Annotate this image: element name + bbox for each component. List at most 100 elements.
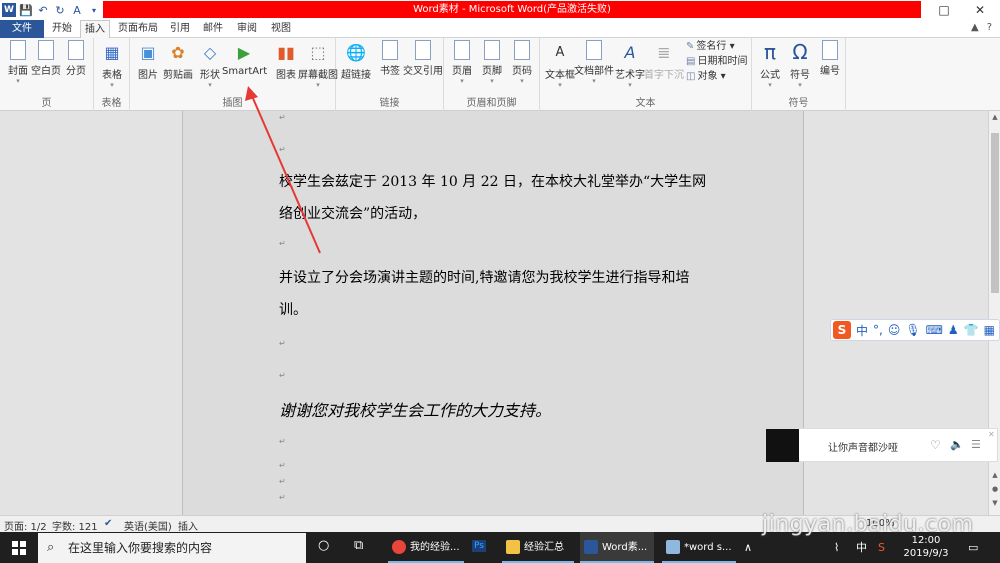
datetime-button[interactable]: ▤ 日期和时间 <box>686 55 747 69</box>
insert-mode[interactable]: 插入 <box>178 518 198 533</box>
document-page[interactable]: ↵ ↵ 校学生会兹定于 2013 年 10 月 22 日，在本校大礼堂举办“大学… <box>182 111 804 515</box>
ime-chinese-mode[interactable]: 中 <box>856 322 868 339</box>
tab-review[interactable]: 审阅 <box>232 20 262 38</box>
album-art <box>766 429 799 462</box>
clipart-button[interactable]: ✿ 剪贴画 <box>160 40 196 82</box>
playlist-icon[interactable]: ☰ <box>971 438 981 451</box>
proofing-icon[interactable]: ✔ <box>104 518 112 529</box>
chrome-icon <box>392 540 406 554</box>
heart-icon[interactable]: ♡ <box>930 438 941 452</box>
ime-punctuation[interactable]: °, <box>873 323 883 337</box>
page-break-button[interactable]: 分页 <box>58 40 94 77</box>
table-button[interactable]: ▦ 表格 ▾ <box>94 40 130 90</box>
hyperlink-button[interactable]: 🌐 超链接 <box>338 40 374 82</box>
task-word[interactable]: Word素... <box>580 532 654 563</box>
paragraph-2-line-1[interactable]: 并设立了分会场演讲主题的时间,特邀请您为我校学生进行指导和培 <box>279 267 689 287</box>
object-button[interactable]: ◫ 对象 ▾ <box>686 70 726 84</box>
help-icon[interactable]: ? <box>987 22 992 33</box>
volume-icon[interactable]: 🔈 <box>950 438 964 451</box>
page-count[interactable]: 页面: 1/2 <box>4 518 47 533</box>
sogou-ime-toolbar[interactable]: S 中 °, ☺ 🎙 ⌨ ♟ 👕 ▦ <box>830 319 1000 341</box>
tab-page-layout[interactable]: 页面布局 <box>114 20 162 38</box>
cortana-icon[interactable]: ○ <box>318 538 329 553</box>
cross-reference-icon <box>415 40 431 60</box>
start-button[interactable] <box>0 532 38 563</box>
taskbar-clock[interactable]: 12:00 2019/9/3 <box>900 534 952 560</box>
scroll-up-icon[interactable]: ▲ <box>989 113 1000 121</box>
prev-page-icon[interactable]: ▲ <box>989 471 1000 479</box>
paragraph-1-line-1[interactable]: 校学生会兹定于 2013 年 10 月 22 日，在本校大礼堂举办“大学生网 <box>279 171 706 191</box>
search-placeholder: 在这里输入你要搜索的内容 <box>68 541 213 555</box>
next-page-icon[interactable]: ▼ <box>989 499 1000 507</box>
tab-home[interactable]: 开始 <box>46 20 78 38</box>
skin-icon[interactable]: 👕 <box>964 323 979 337</box>
task-chrome[interactable]: 我的经验... <box>388 532 464 563</box>
tab-view[interactable]: 视图 <box>266 20 296 38</box>
group-header-footer: 页眉 ▾ 页脚 ▾ 页码 ▾ 页眉和页脚 <box>444 38 540 111</box>
undo-icon[interactable]: ↶ <box>36 3 50 17</box>
signature-line-button[interactable]: ✎ 签名行 ▾ <box>686 40 735 54</box>
wordart-button[interactable]: A 艺术字 ▾ <box>612 40 648 90</box>
user-icon[interactable]: ♟ <box>948 323 959 337</box>
browse-object-icon[interactable]: ● <box>989 485 1000 493</box>
language[interactable]: 英语(美国) <box>124 518 172 533</box>
drop-cap-icon: ≣ <box>657 42 671 62</box>
windows-logo-icon <box>12 540 26 555</box>
textbox-button[interactable]: A 文本框 ▾ <box>542 40 578 90</box>
footer-icon <box>484 40 500 60</box>
customize-qat-icon[interactable]: ▾ <box>87 3 101 17</box>
tab-file[interactable]: 文件 <box>0 20 44 38</box>
signature-icon: ✎ <box>686 41 695 52</box>
group-label-header-footer: 页眉和页脚 <box>466 98 517 109</box>
search-icon: ⌕ <box>47 540 55 555</box>
task-notepad[interactable]: *word s... <box>662 532 736 563</box>
keyboard-icon[interactable]: ⌨ <box>926 323 943 337</box>
shapes-icon: ◇ <box>203 42 217 62</box>
return-mark: ↵ <box>279 339 286 348</box>
music-popup[interactable]: 让你声音都沙哑 ♡ 🔈 ☰ ✕ <box>765 428 998 462</box>
ribbon-tabs: 文件 开始 插入 页面布局 引用 邮件 审阅 视图 ▲ ? <box>0 20 1000 39</box>
numbering-button[interactable]: 编号 <box>812 40 848 77</box>
toolbox-icon[interactable]: ▦ <box>984 323 995 337</box>
watermark: jingyan.baidu.com <box>762 512 974 537</box>
tab-insert[interactable]: 插入 <box>80 20 110 39</box>
group-links: 🌐 超链接 书签 交叉引用 链接 <box>336 38 444 111</box>
table-icon: ▦ <box>104 42 120 62</box>
blank-page-icon <box>38 40 54 60</box>
save-icon[interactable]: 💾 <box>19 3 33 17</box>
globe-icon: 🌐 <box>346 42 366 62</box>
task-explorer[interactable]: 经验汇总 <box>502 532 574 563</box>
redo-icon[interactable]: ↻ <box>53 3 67 17</box>
screenshot-button[interactable]: ⬚ 屏幕截图 ▾ <box>298 40 338 90</box>
scroll-thumb[interactable] <box>991 133 999 293</box>
tab-mailings[interactable]: 邮件 <box>198 20 228 38</box>
folder-icon <box>506 540 520 554</box>
page-number-button[interactable]: 页码 ▾ <box>504 40 540 85</box>
paragraph-2-line-2[interactable]: 训。 <box>279 299 307 319</box>
crossref-button[interactable]: 交叉引用 <box>402 40 444 77</box>
chart-icon: ▮▮ <box>277 42 295 62</box>
close-button[interactable]: ✕ <box>964 0 996 20</box>
restore-button[interactable]: □ <box>928 0 960 20</box>
close-icon[interactable]: ✕ <box>988 430 995 439</box>
word-app-icon[interactable]: W <box>2 3 16 17</box>
photoshop-icon[interactable]: Ps <box>472 540 486 552</box>
dropcap-button[interactable]: ≣ 首字下沉 <box>644 40 684 82</box>
tray-expand-icon[interactable]: ∧ <box>744 532 752 563</box>
calendar-icon: ▤ <box>686 56 696 67</box>
microphone-icon[interactable]: 🎙 <box>905 323 920 337</box>
spelling-icon[interactable]: A <box>70 3 84 17</box>
emoji-icon[interactable]: ☺ <box>888 323 901 337</box>
paragraph-1-line-2[interactable]: 络创业交流会”的活动， <box>279 203 426 223</box>
sogou-logo-icon[interactable]: S <box>833 321 851 339</box>
task-view-icon[interactable]: ⧉ <box>354 538 363 553</box>
tab-references[interactable]: 引用 <box>166 20 194 38</box>
paragraph-3-thanks[interactable]: 谢谢您对我校学生会工作的大力支持。 <box>279 397 551 421</box>
smartart-button[interactable]: ▶ SmartArt <box>222 40 267 78</box>
taskbar-search-box[interactable]: ⌕ 在这里输入你要搜索的内容 <box>38 533 306 563</box>
quickparts-button[interactable]: 文档部件 ▾ <box>574 40 614 85</box>
group-label-text: 文本 <box>635 98 656 109</box>
group-text: A 文本框 ▾ 文档部件 ▾ A 艺术字 ▾ ≣ 首字下沉 ✎ 签名行 ▾ ▤ 日期和时间 ◫ 对… <box>540 38 752 111</box>
word-count[interactable]: 字数: 121 <box>52 518 98 533</box>
collapse-ribbon-icon[interactable]: ▲ <box>971 22 979 33</box>
